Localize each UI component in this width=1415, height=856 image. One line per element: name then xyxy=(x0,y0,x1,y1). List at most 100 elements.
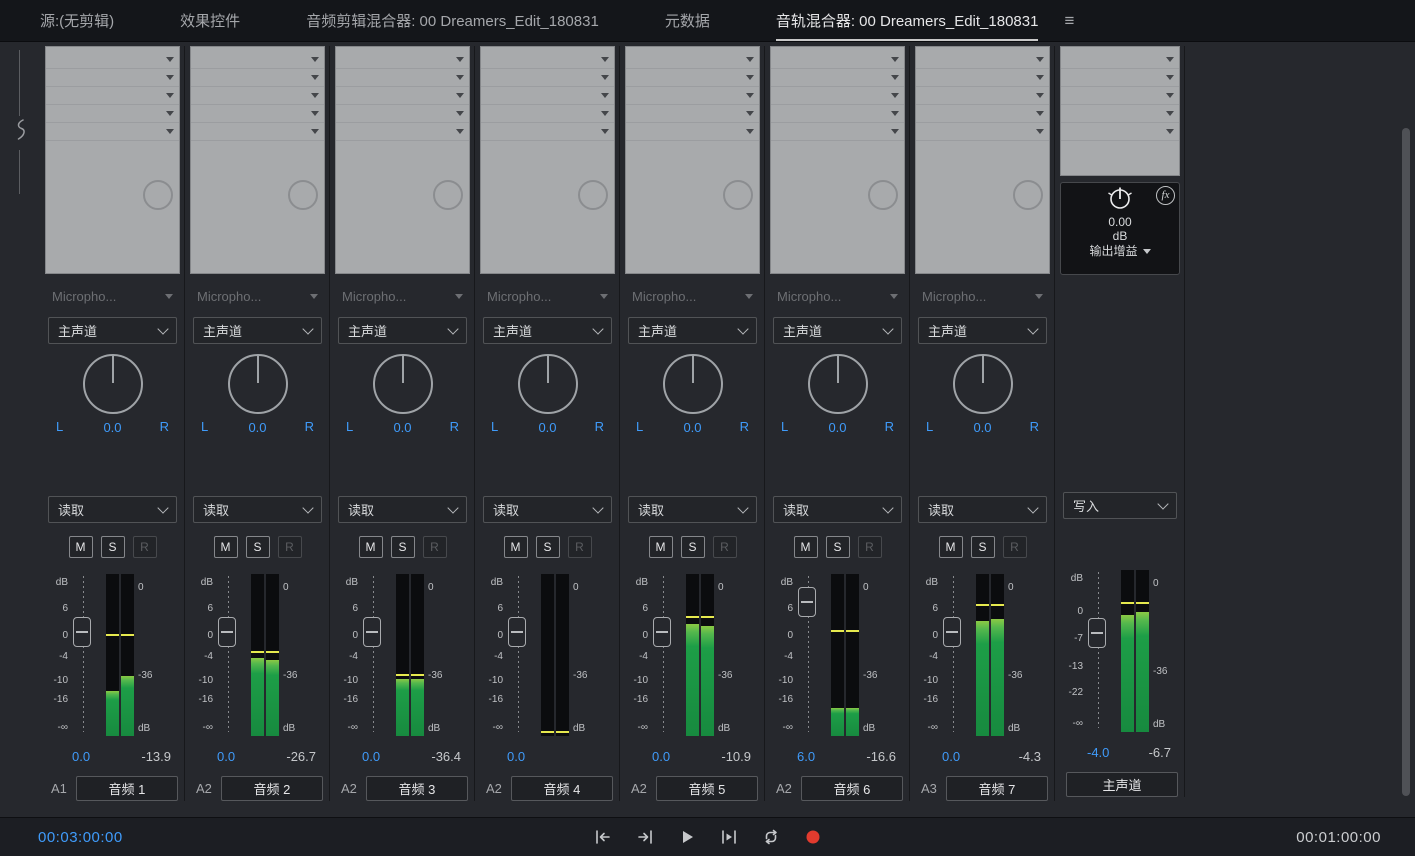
track-name-button[interactable]: 主声道 xyxy=(1066,772,1178,797)
record-arm-button[interactable]: R xyxy=(567,536,592,558)
effect-slot[interactable] xyxy=(46,87,179,105)
effect-slot-dropdown-icon[interactable] xyxy=(891,57,899,62)
panel-tab[interactable]: 效果控件 xyxy=(180,0,240,41)
effect-slot-dropdown-icon[interactable] xyxy=(1036,57,1044,62)
effect-slot-dropdown-icon[interactable] xyxy=(311,93,319,98)
mute-button[interactable]: M xyxy=(213,536,238,558)
effect-slot[interactable] xyxy=(626,123,759,141)
send-knob[interactable] xyxy=(578,180,608,210)
effect-slot[interactable] xyxy=(916,69,1049,87)
output-assignment-dropdown[interactable]: 主声道 xyxy=(918,317,1047,344)
fader-value[interactable]: 0.0 xyxy=(72,749,90,767)
track-name-button[interactable]: 音频 1 xyxy=(75,776,178,801)
record-arm-button[interactable]: R xyxy=(857,536,882,558)
output-assignment-dropdown[interactable]: 主声道 xyxy=(48,317,177,344)
effect-slot[interactable] xyxy=(771,69,904,87)
effect-slot-dropdown-icon[interactable] xyxy=(746,111,754,116)
effect-slot-dropdown-icon[interactable] xyxy=(1166,93,1174,98)
effect-slot[interactable] xyxy=(46,51,179,69)
vertical-scrollbar[interactable] xyxy=(1402,128,1410,796)
effect-slot-dropdown-icon[interactable] xyxy=(456,75,464,80)
effect-slot[interactable] xyxy=(46,123,179,141)
output-assignment-dropdown[interactable]: 主声道 xyxy=(628,317,757,344)
send-knob[interactable] xyxy=(433,180,463,210)
pan-knob[interactable] xyxy=(517,354,578,414)
effect-slot-dropdown-icon[interactable] xyxy=(891,129,899,134)
effect-slot[interactable] xyxy=(626,69,759,87)
effect-slot-dropdown-icon[interactable] xyxy=(891,75,899,80)
effect-slot-dropdown-icon[interactable] xyxy=(1166,57,1174,62)
record-button[interactable] xyxy=(800,824,826,850)
effect-slot-dropdown-icon[interactable] xyxy=(1166,75,1174,80)
effect-slot[interactable] xyxy=(46,69,179,87)
fader-value[interactable]: 0.0 xyxy=(652,749,670,767)
fader-value[interactable]: -4.0 xyxy=(1087,745,1109,763)
effect-slot-dropdown-icon[interactable] xyxy=(166,93,174,98)
solo-button[interactable]: S xyxy=(245,536,270,558)
pan-knob[interactable] xyxy=(662,354,723,414)
automation-mode-dropdown[interactable]: 读取 xyxy=(773,496,902,523)
input-channel-dropdown[interactable]: Micropho... xyxy=(342,284,463,308)
output-gain-value[interactable]: 0.00 xyxy=(1061,216,1179,229)
panel-menu-icon[interactable]: ≡ xyxy=(1064,0,1074,41)
solo-button[interactable]: S xyxy=(535,536,560,558)
go-to-in-point-button[interactable] xyxy=(590,824,616,850)
effect-slot-dropdown-icon[interactable] xyxy=(311,75,319,80)
send-knob[interactable] xyxy=(1013,180,1043,210)
solo-button[interactable]: S xyxy=(825,536,850,558)
effects-sends-panel[interactable] xyxy=(770,46,905,274)
effect-slot[interactable] xyxy=(336,105,469,123)
show-hide-effects-icon[interactable] xyxy=(14,118,28,142)
effect-slot[interactable] xyxy=(626,87,759,105)
mute-button[interactable]: M xyxy=(648,536,673,558)
fader-handle[interactable] xyxy=(798,587,816,618)
input-channel-dropdown[interactable]: Micropho... xyxy=(197,284,318,308)
effect-slot[interactable] xyxy=(916,51,1049,69)
mute-button[interactable]: M xyxy=(793,536,818,558)
effects-sends-panel[interactable] xyxy=(480,46,615,274)
effect-slot[interactable] xyxy=(481,51,614,69)
fader-track[interactable] xyxy=(215,572,241,744)
input-channel-dropdown[interactable]: Micropho... xyxy=(487,284,608,308)
output-gain-label[interactable]: 输出增益 xyxy=(1061,243,1179,259)
effect-slot[interactable] xyxy=(1061,69,1179,87)
playhead-position-timecode[interactable]: 00:03:00:00 xyxy=(38,829,123,846)
effect-slot[interactable] xyxy=(191,123,324,141)
effect-slot[interactable] xyxy=(916,123,1049,141)
effect-slot[interactable] xyxy=(1061,123,1179,141)
send-knob[interactable] xyxy=(723,180,753,210)
effect-slot-dropdown-icon[interactable] xyxy=(1036,93,1044,98)
effect-slot[interactable] xyxy=(771,105,904,123)
pan-knob[interactable] xyxy=(227,354,288,414)
fader-handle[interactable] xyxy=(943,616,961,647)
effect-slot[interactable] xyxy=(1061,105,1179,123)
effect-slot-dropdown-icon[interactable] xyxy=(1166,111,1174,116)
record-arm-button[interactable]: R xyxy=(277,536,302,558)
output-assignment-dropdown[interactable]: 主声道 xyxy=(338,317,467,344)
output-assignment-dropdown[interactable]: 主声道 xyxy=(773,317,902,344)
effect-slot[interactable] xyxy=(1061,51,1179,69)
effects-sends-panel[interactable] xyxy=(1060,46,1180,176)
effect-slot-dropdown-icon[interactable] xyxy=(601,75,609,80)
effect-slot-dropdown-icon[interactable] xyxy=(746,57,754,62)
record-arm-button[interactable]: R xyxy=(422,536,447,558)
effect-slot-dropdown-icon[interactable] xyxy=(891,111,899,116)
send-knob[interactable] xyxy=(143,180,173,210)
effect-slot-dropdown-icon[interactable] xyxy=(746,75,754,80)
effect-slot[interactable] xyxy=(336,51,469,69)
effect-slot-dropdown-icon[interactable] xyxy=(601,57,609,62)
effect-slot-dropdown-icon[interactable] xyxy=(601,93,609,98)
fader-value[interactable]: 6.0 xyxy=(797,749,815,767)
effect-slot[interactable] xyxy=(336,123,469,141)
effect-slot-dropdown-icon[interactable] xyxy=(166,111,174,116)
effect-slot-dropdown-icon[interactable] xyxy=(456,93,464,98)
send-knob[interactable] xyxy=(868,180,898,210)
automation-mode-dropdown[interactable]: 读取 xyxy=(338,496,467,523)
fader-value[interactable]: 0.0 xyxy=(507,749,525,767)
automation-mode-dropdown[interactable]: 读取 xyxy=(483,496,612,523)
effect-slot[interactable] xyxy=(626,105,759,123)
track-name-button[interactable]: 音频 6 xyxy=(800,776,903,801)
go-to-out-point-button[interactable] xyxy=(632,824,658,850)
effect-slot[interactable] xyxy=(191,51,324,69)
effect-slot-dropdown-icon[interactable] xyxy=(1036,75,1044,80)
